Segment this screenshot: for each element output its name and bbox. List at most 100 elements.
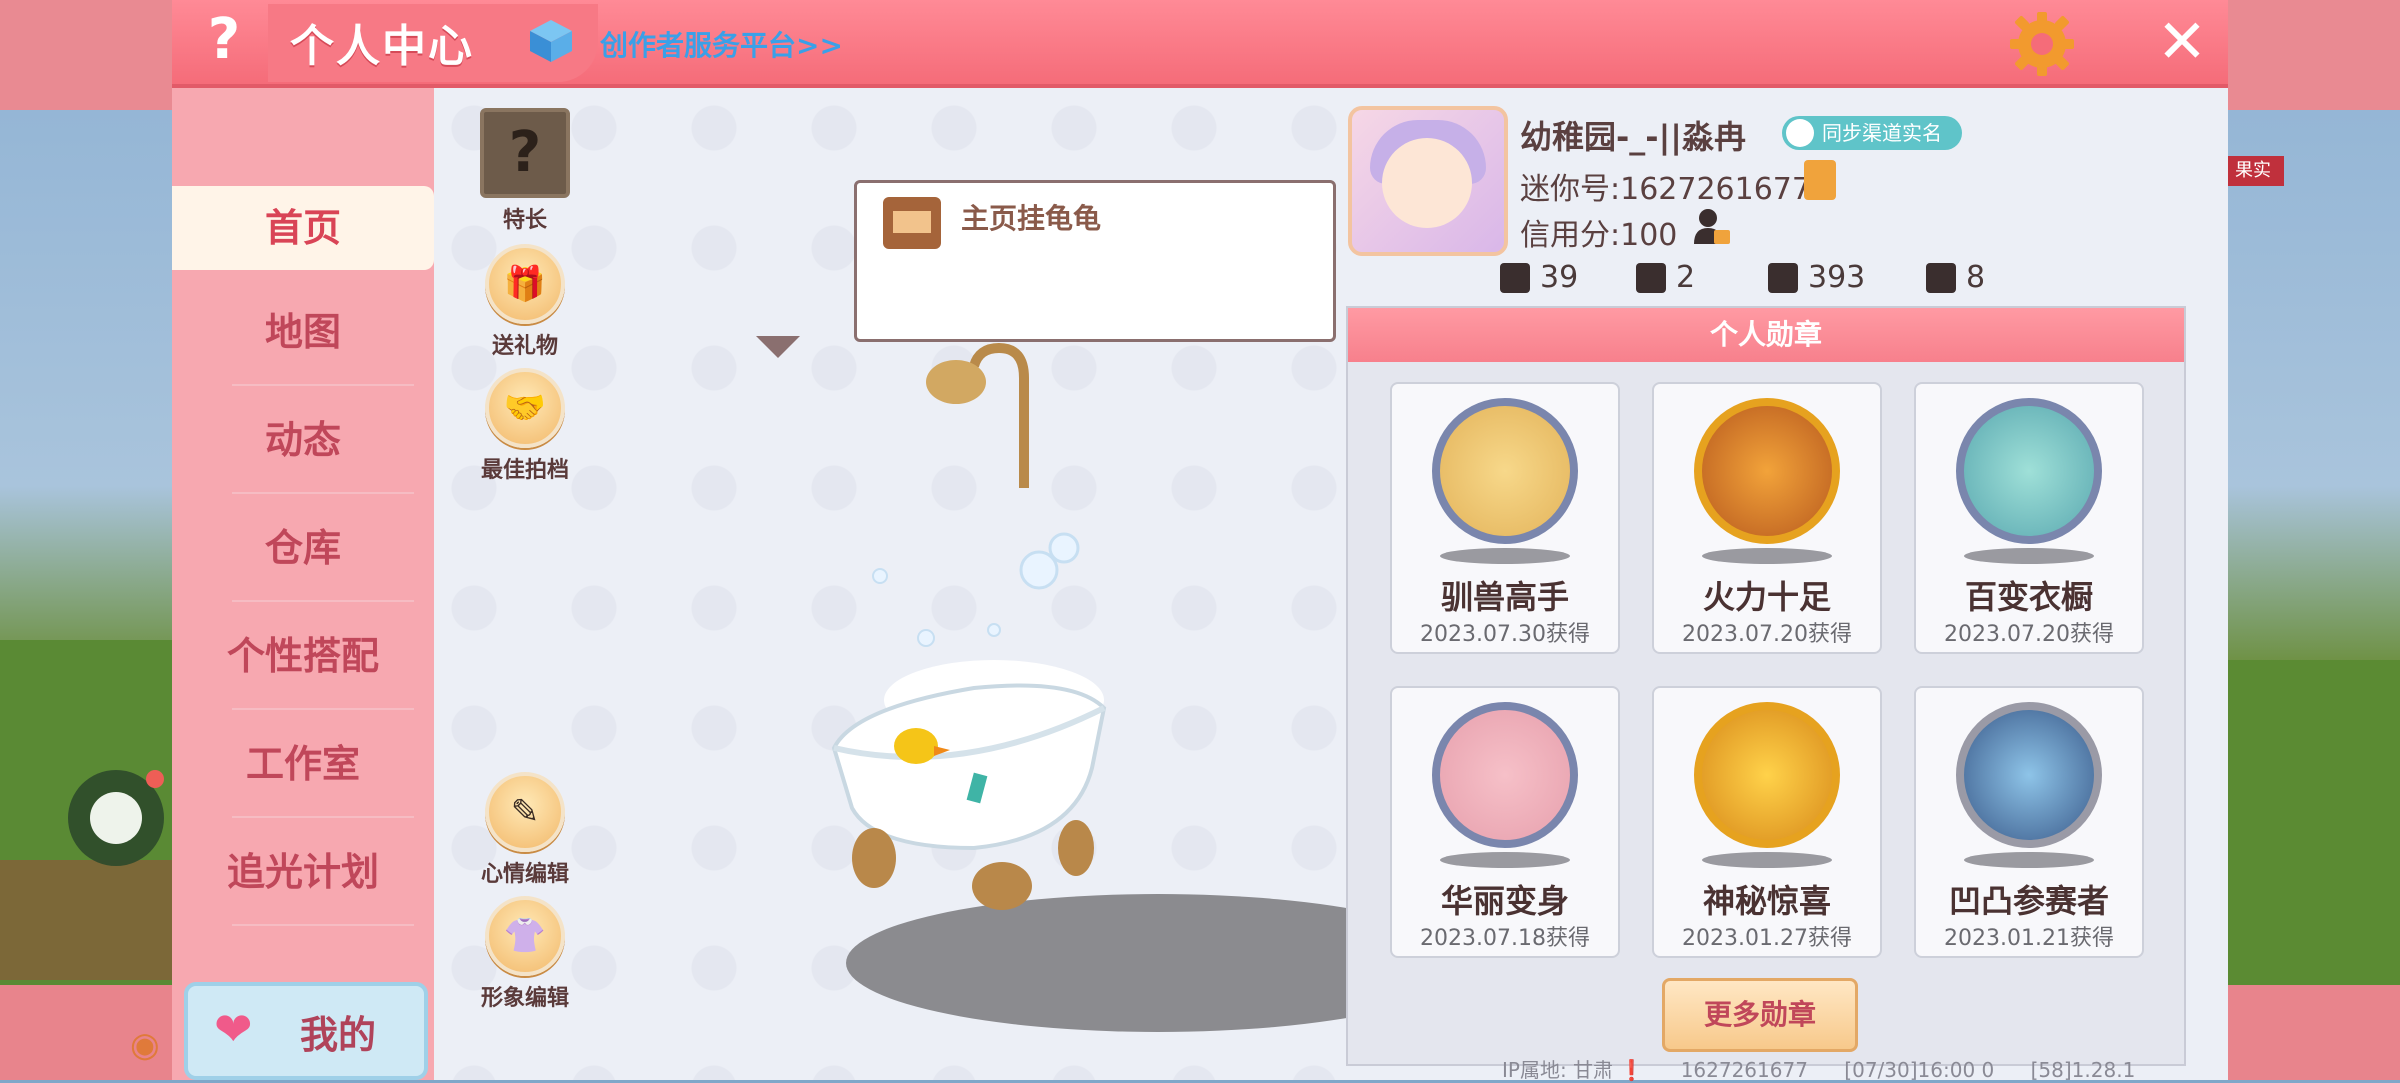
stat-friends[interactable]: 39 <box>1500 260 1578 295</box>
sidebar-item-label: 追光计划 <box>226 850 379 894</box>
medal-base <box>1964 852 2094 868</box>
medal-date: 2023.07.20获得 <box>1682 622 1852 647</box>
turtle-avatar-icon <box>883 197 941 249</box>
medal-date: 2023.07.18获得 <box>1420 926 1590 951</box>
bathtub-character[interactable] <box>774 338 1154 918</box>
credit-score: 信用分:100 <box>1520 218 1678 253</box>
medal-date: 2023.01.27获得 <box>1682 926 1852 951</box>
sidebar-item-feed[interactable]: 动态 <box>172 386 434 494</box>
question-box-icon: ? <box>480 108 570 198</box>
more-medals-button[interactable]: 更多勋章 <box>1662 978 1858 1052</box>
mood-edit-label: 心情编辑 <box>480 862 569 887</box>
footer-version: [58]1.28.1 <box>2030 1058 2136 1082</box>
sidebar-item-label: 个性搭配 <box>226 634 379 678</box>
medal-name: 神秘惊喜 <box>1702 882 1831 920</box>
medal-card[interactable]: 火力十足 2023.07.20获得 <box>1652 382 1882 654</box>
medal-card[interactable]: 驯兽高手 2023.07.30获得 <box>1390 382 1620 654</box>
medal-name: 火力十足 <box>1702 578 1831 616</box>
best-partner-button[interactable]: 🤝 最佳拍档 <box>480 368 570 484</box>
appearance-edit-label: 形象编辑 <box>480 986 569 1011</box>
fans-icon <box>1636 262 1666 293</box>
header-bar: ? 个人中心 创作者服务平台>> ✕ <box>172 0 2228 88</box>
medal-name: 驯兽高手 <box>1440 578 1569 616</box>
profile-section: 幼稚园-_-||淼冉 同步渠道实名 迷你号:1627261677 信用分:100… <box>1344 88 2228 1080</box>
stat-likes[interactable]: 8 <box>1926 260 1985 295</box>
floating-assistive-button[interactable] <box>68 770 164 866</box>
cube-icon <box>530 20 572 62</box>
username: 幼稚园-_-||淼冉 <box>1520 118 1746 156</box>
character-showcase: ? 特长 🎁 送礼物 🤝 最佳拍档 ✎ 心情编辑 👚 形象编辑 主页挂龟龟 <box>434 88 1470 1080</box>
sidebar-item-studio[interactable]: 工作室 <box>172 710 434 818</box>
send-gift-label: 送礼物 <box>491 334 558 359</box>
footer-uid: 1627261677 <box>1680 1058 1808 1082</box>
bottom-right-strip <box>2220 985 2400 1080</box>
medal-name: 百变衣橱 <box>1964 578 2093 616</box>
add-friend-icon <box>1500 262 1530 293</box>
sidebar: 首页 地图 动态 仓库 个性搭配 工作室 追光计划 ❤ 我的 <box>172 88 434 1080</box>
fire-icon <box>1768 262 1798 293</box>
floating-button-core <box>90 792 142 844</box>
mine-label: 我的 <box>300 1013 377 1057</box>
medal-card[interactable]: 神秘惊喜 2023.01.27获得 <box>1652 686 1882 958</box>
medal-base <box>1440 852 1570 868</box>
help-icon[interactable]: ? <box>192 8 256 72</box>
sidebar-item-map[interactable]: 地图 <box>172 278 434 386</box>
likes-icon <box>1926 262 1956 293</box>
top-left-strip <box>0 0 180 110</box>
medal-date: 2023.07.20获得 <box>1944 622 2114 647</box>
avatar[interactable] <box>1348 106 1508 256</box>
sidebar-item-outfit[interactable]: 个性搭配 <box>172 602 434 710</box>
medal-base <box>1702 852 1832 868</box>
medal-date: 2023.01.21获得 <box>1944 926 2114 951</box>
gear-icon[interactable] <box>2008 10 2076 78</box>
close-icon[interactable]: ✕ <box>2152 12 2212 72</box>
speech-bubble[interactable]: 主页挂龟龟 <box>854 180 1336 342</box>
medal-card[interactable]: 凹凸参赛者 2023.01.21获得 <box>1914 686 2144 958</box>
best-partner-label: 最佳拍档 <box>480 458 569 483</box>
medal-contestant-icon <box>1956 702 2102 848</box>
sidebar-item-home[interactable]: 首页 <box>172 186 434 270</box>
medal-base <box>1964 548 2094 564</box>
medal-firepower-icon <box>1694 398 1840 544</box>
divider <box>232 924 414 926</box>
sidebar-item-chase-light[interactable]: 追光计划 <box>172 818 434 926</box>
rss-icon[interactable]: ◉ <box>130 1025 160 1065</box>
mood-edit-button[interactable]: ✎ 心情编辑 <box>480 772 570 888</box>
credit-user-icon[interactable] <box>1692 208 1732 246</box>
medal-card[interactable]: 百变衣橱 2023.07.20获得 <box>1914 382 2144 654</box>
stat-value: 8 <box>1966 260 1986 295</box>
medal-base <box>1702 548 1832 564</box>
stat-value: 2 <box>1676 260 1696 295</box>
footer-time: [07/30]16:00 0 <box>1844 1058 1995 1082</box>
bubble-text: 主页挂龟龟 <box>961 202 1102 235</box>
footer-info: IP属地: 甘肃 ❗ 1627261677 [07/30]16:00 0 [58… <box>1502 1054 2165 1083</box>
copy-icon[interactable] <box>1804 160 1836 200</box>
notification-dot <box>146 770 164 788</box>
medal-name: 华丽变身 <box>1440 882 1569 920</box>
medal-panel-title: 个人勋章 <box>1348 308 2184 362</box>
medal-base <box>1440 548 1570 564</box>
medal-transform-icon <box>1432 702 1578 848</box>
buy-tag[interactable]: 果实 <box>2222 156 2284 186</box>
dirt-block <box>0 860 180 980</box>
stat-fans[interactable]: 2 <box>1636 260 1695 295</box>
sidebar-item-label: 工作室 <box>245 742 360 786</box>
handshake-icon: 🤝 <box>485 368 565 448</box>
avatar-face <box>1382 138 1472 228</box>
medal-horse-icon <box>1432 398 1578 544</box>
mine-button[interactable]: ❤ 我的 <box>184 982 428 1080</box>
realname-badge[interactable]: 同步渠道实名 <box>1782 116 1962 150</box>
creator-platform-link[interactable]: 创作者服务平台>> <box>600 24 843 64</box>
send-gift-button[interactable]: 🎁 送礼物 <box>480 244 570 360</box>
gift-icon: 🎁 <box>485 244 565 324</box>
sidebar-item-warehouse[interactable]: 仓库 <box>172 494 434 602</box>
sidebar-item-label: 地图 <box>264 310 341 354</box>
medal-name: 凹凸参赛者 <box>1948 882 2109 920</box>
outfit-icon: 👚 <box>485 896 565 976</box>
medal-card[interactable]: 华丽变身 2023.07.18获得 <box>1390 686 1620 958</box>
stat-popularity[interactable]: 393 <box>1768 260 1865 295</box>
appearance-edit-button[interactable]: 👚 形象编辑 <box>480 896 570 1012</box>
sidebar-item-label: 首页 <box>264 206 341 250</box>
specialty-button[interactable]: ? 特长 <box>480 108 570 234</box>
person-icon <box>1786 119 1814 147</box>
